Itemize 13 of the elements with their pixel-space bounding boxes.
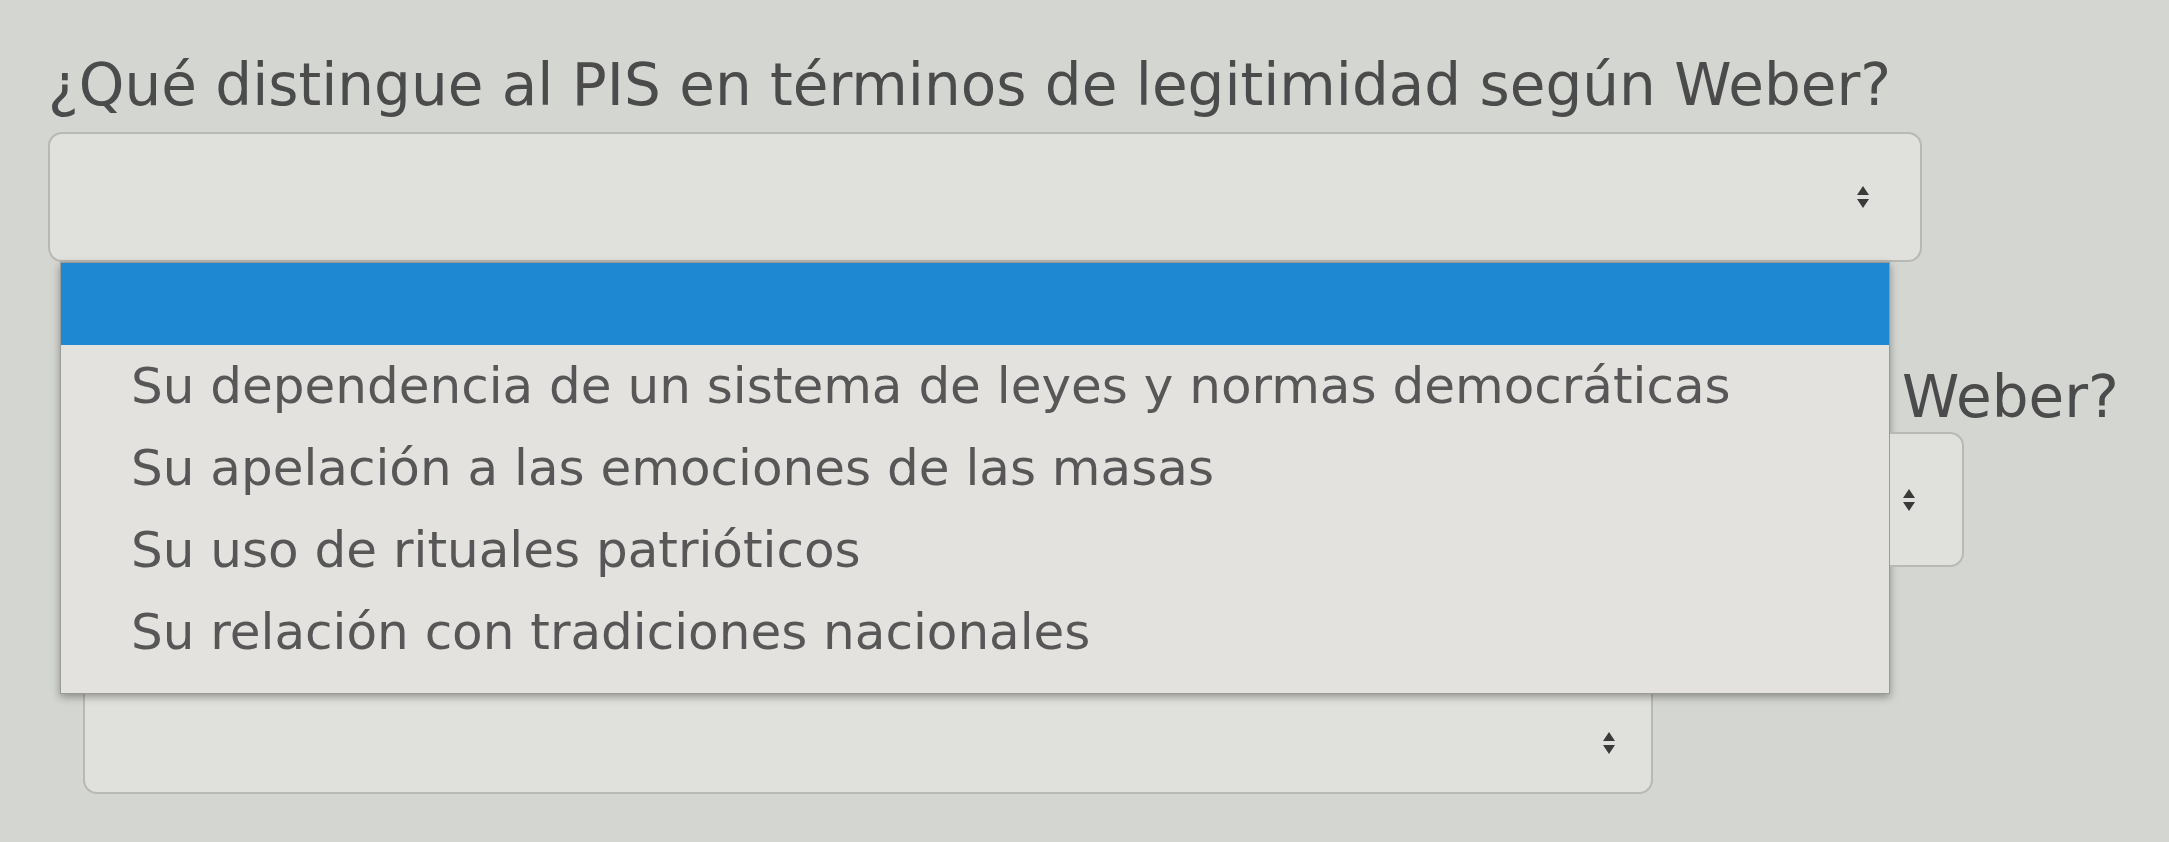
dropdown-option[interactable]: Su uso de rituales patrióticos <box>61 509 1889 591</box>
select-field[interactable] <box>1890 432 1964 567</box>
dropdown-option[interactable]: Su apelación a las emociones de las masas <box>61 427 1889 509</box>
question-text: ¿Qué distingue al PIS en términos de legitimidad según Weber? <box>48 50 1893 120</box>
up-down-caret-icon <box>1902 487 1916 512</box>
select-field[interactable] <box>83 694 1653 794</box>
select-field[interactable] <box>48 132 1922 262</box>
dropdown-option[interactable]: Su relación con tradiciones nacionales <box>61 591 1889 673</box>
dropdown-option[interactable]: Su dependencia de un sistema de leyes y normas democráticas <box>61 345 1889 427</box>
up-down-caret-icon <box>1856 185 1870 209</box>
question-text: Weber? <box>1901 362 2120 432</box>
up-down-caret-icon <box>1602 731 1616 755</box>
dropdown-option[interactable] <box>61 263 1889 345</box>
